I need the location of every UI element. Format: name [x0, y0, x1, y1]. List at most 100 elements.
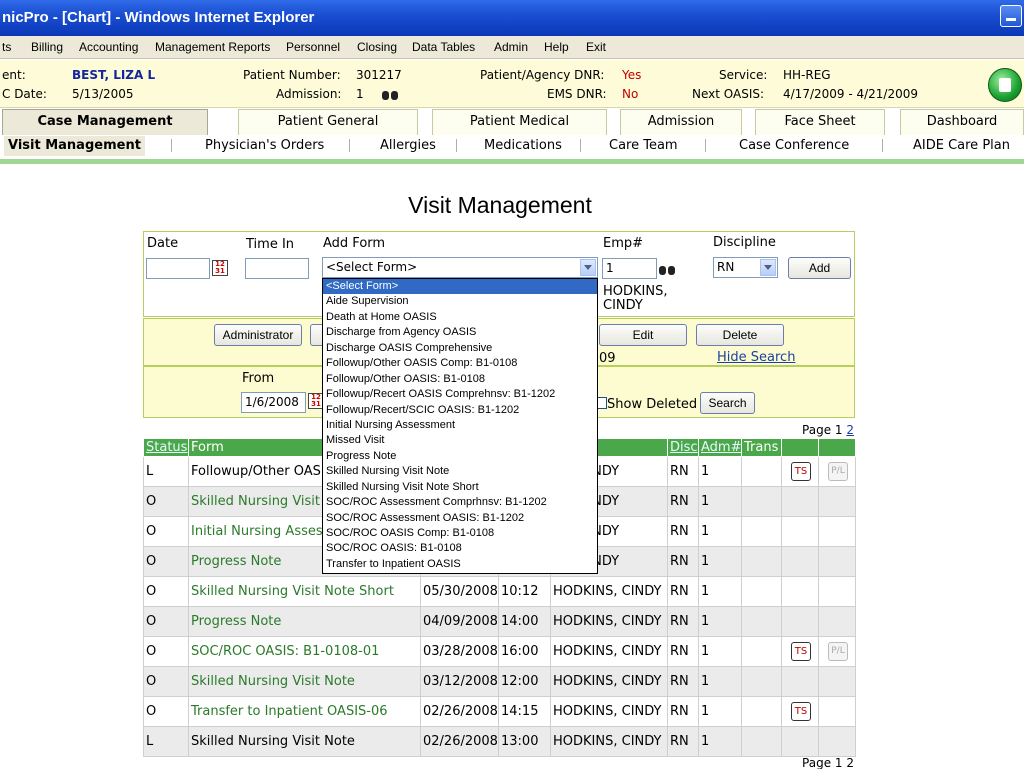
dropdown-option[interactable]: Discharge OASIS Comprehensive [323, 341, 597, 356]
tab-admission[interactable]: Admission [620, 109, 742, 135]
time-cell: 10:12 [498, 576, 551, 607]
ts-button[interactable]: TS [791, 642, 811, 661]
menu-item-help[interactable]: Help [544, 36, 569, 59]
table-row[interactable]: O Progress Note 04/09/2008 14:00 HODKINS, CI… [143, 606, 856, 637]
dropdown-option[interactable]: Initial Nursing Assessment [323, 418, 597, 433]
status-globe-icon[interactable] [988, 68, 1022, 102]
menu-item-personnel[interactable]: Personnel [286, 36, 340, 59]
ts-button[interactable]: TS [791, 462, 811, 481]
subtab-allergies[interactable]: Allergies [380, 136, 436, 156]
dnr-value: Yes [622, 68, 642, 82]
form-cell[interactable]: Skilled Nursing Visit Note Short [188, 576, 421, 607]
menu-item-ts[interactable]: ts [2, 36, 11, 59]
add-button[interactable]: Add [788, 257, 851, 279]
chevron-down-icon[interactable] [760, 259, 776, 276]
table-row[interactable]: O Transfer to Inpatient OASIS-06 02/26/200… [143, 696, 856, 727]
pl-cell [818, 696, 856, 727]
menu-item-accounting[interactable]: Accounting [79, 36, 138, 59]
pl-button[interactable]: P/L [828, 642, 848, 661]
table-row[interactable]: O Skilled Nursing Visit Note Short 05/30/2… [143, 576, 856, 607]
dropdown-option[interactable]: Death at Home OASIS [323, 310, 597, 325]
dropdown-option[interactable]: SOC/ROC OASIS Comp: B1-0108 [323, 526, 597, 541]
subtab-case-conference[interactable]: Case Conference [739, 136, 849, 156]
next-oasis-value: 4/17/2009 - 4/21/2009 [783, 87, 919, 101]
edit-button[interactable]: Edit [599, 324, 687, 346]
dropdown-option[interactable]: Followup/Recert OASIS Comprehnsv: B1-120… [323, 387, 597, 402]
delete-button[interactable]: Delete [696, 324, 784, 346]
discipline-select[interactable]: RN [713, 257, 778, 278]
dropdown-option[interactable]: Skilled Nursing Visit Note Short [323, 480, 597, 495]
window-title: nicPro - [Chart] - Windows Internet Expl… [2, 9, 315, 26]
menu-item-exit[interactable]: Exit [586, 36, 606, 59]
ts-cell [781, 666, 819, 697]
dropdown-option[interactable]: SOC/ROC Assessment Comprhnsv: B1-1202 [323, 495, 597, 510]
emp-number-input[interactable]: 1 [602, 258, 657, 279]
table-row[interactable]: O SOC/ROC OASIS: B1-0108-01 03/28/2008 16:0… [143, 636, 856, 667]
dropdown-option[interactable]: Progress Note [323, 449, 597, 464]
hide-search-link[interactable]: Hide Search [717, 350, 795, 365]
date-cell: 02/26/2008 [420, 726, 499, 757]
ts-button[interactable]: TS [791, 702, 811, 721]
tab-face-sheet[interactable]: Face Sheet [755, 109, 885, 135]
dropdown-option[interactable]: Transfer to Inpatient OASIS [323, 557, 597, 572]
status-cell: O [143, 486, 189, 517]
dropdown-option[interactable]: Followup/Other OASIS Comp: B1-0108 [323, 356, 597, 371]
ts-cell [781, 606, 819, 637]
menu-item-management-reports[interactable]: Management Reports [155, 36, 270, 59]
dropdown-option[interactable]: Followup/Recert/SCIC OASIS: B1-1202 [323, 403, 597, 418]
disc-cell: RN [667, 576, 699, 607]
menu-item-data-tables[interactable]: Data Tables [412, 36, 475, 59]
subtab-aide-care-plan[interactable]: AIDE Care Plan [913, 136, 1010, 156]
header-adm[interactable]: Adm# [698, 438, 742, 457]
dropdown-option[interactable]: <Select Form> [323, 279, 597, 295]
subtab-care-team[interactable]: Care Team [609, 136, 678, 156]
date-input[interactable] [146, 258, 210, 279]
subtab-physicians-orders[interactable]: Physician's Orders [205, 136, 324, 156]
section-divider [0, 159, 1024, 164]
pl-button[interactable]: P/L [828, 462, 848, 481]
dropdown-option[interactable]: Followup/Other OASIS: B1-0108 [323, 372, 597, 387]
form-cell[interactable]: SOC/ROC OASIS: B1-0108-01 [188, 636, 421, 667]
table-row[interactable]: O Skilled Nursing Visit Note 03/12/2008 12:… [143, 666, 856, 697]
table-row[interactable]: L Skilled Nursing Visit Note 02/26/2008 13:… [143, 726, 856, 757]
form-cell[interactable]: Skilled Nursing Visit Note [188, 666, 421, 697]
tab-patient-medical[interactable]: Patient Medical [432, 109, 607, 135]
page-2-link[interactable]: 2 [846, 423, 854, 437]
administrator-button[interactable]: Administrator [214, 324, 302, 346]
main-tabs: Case Management Patient General Patient … [0, 108, 1024, 136]
tab-dashboard[interactable]: Dashboard [900, 109, 1024, 135]
header-status[interactable]: Status [143, 438, 189, 457]
dropdown-option[interactable]: SOC/ROC OASIS: B1-0108 [323, 541, 597, 556]
adm-cell: 1 [698, 666, 742, 697]
tab-case-management[interactable]: Case Management [2, 109, 208, 135]
dropdown-option[interactable]: Discharge from Agency OASIS [323, 325, 597, 340]
form-cell[interactable]: Skilled Nursing Visit Note [188, 726, 421, 757]
menu-item-admin[interactable]: Admin [494, 36, 528, 59]
dropdown-option[interactable]: Skilled Nursing Visit Note [323, 464, 597, 479]
disc-cell: RN [667, 456, 699, 487]
show-deleted-label: Show Deleted [607, 397, 698, 412]
form-cell[interactable]: Progress Note [188, 606, 421, 637]
tab-patient-general[interactable]: Patient General [238, 109, 418, 135]
from-date-input[interactable]: 1/6/2008 [241, 392, 306, 413]
binoculars-icon[interactable] [659, 263, 675, 276]
form-cell[interactable]: Transfer to Inpatient OASIS-06 [188, 696, 421, 727]
calendar-icon[interactable]: 12 31 [212, 260, 228, 276]
subtab-medications[interactable]: Medications [484, 136, 562, 156]
dropdown-option[interactable]: SOC/ROC Assessment OASIS: B1-1202 [323, 511, 597, 526]
subtab-visit-management[interactable]: Visit Management [4, 136, 145, 156]
header-disc[interactable]: Disc [667, 438, 699, 457]
minimize-button[interactable] [1000, 5, 1022, 27]
add-form-select[interactable]: <Select Form> [322, 257, 598, 278]
dropdown-option[interactable]: Missed Visit [323, 433, 597, 448]
time-in-input[interactable] [245, 258, 309, 279]
dropdown-option[interactable]: Aide Supervision [323, 294, 597, 309]
menu-item-billing[interactable]: Billing [31, 36, 63, 59]
time-cell: 14:00 [498, 606, 551, 637]
binoculars-icon[interactable] [382, 88, 398, 101]
chevron-down-icon[interactable] [580, 259, 596, 276]
adm-cell: 1 [698, 696, 742, 727]
search-button[interactable]: Search [700, 392, 755, 414]
menu-item-closing[interactable]: Closing [357, 36, 397, 59]
status-cell: O [143, 606, 189, 637]
